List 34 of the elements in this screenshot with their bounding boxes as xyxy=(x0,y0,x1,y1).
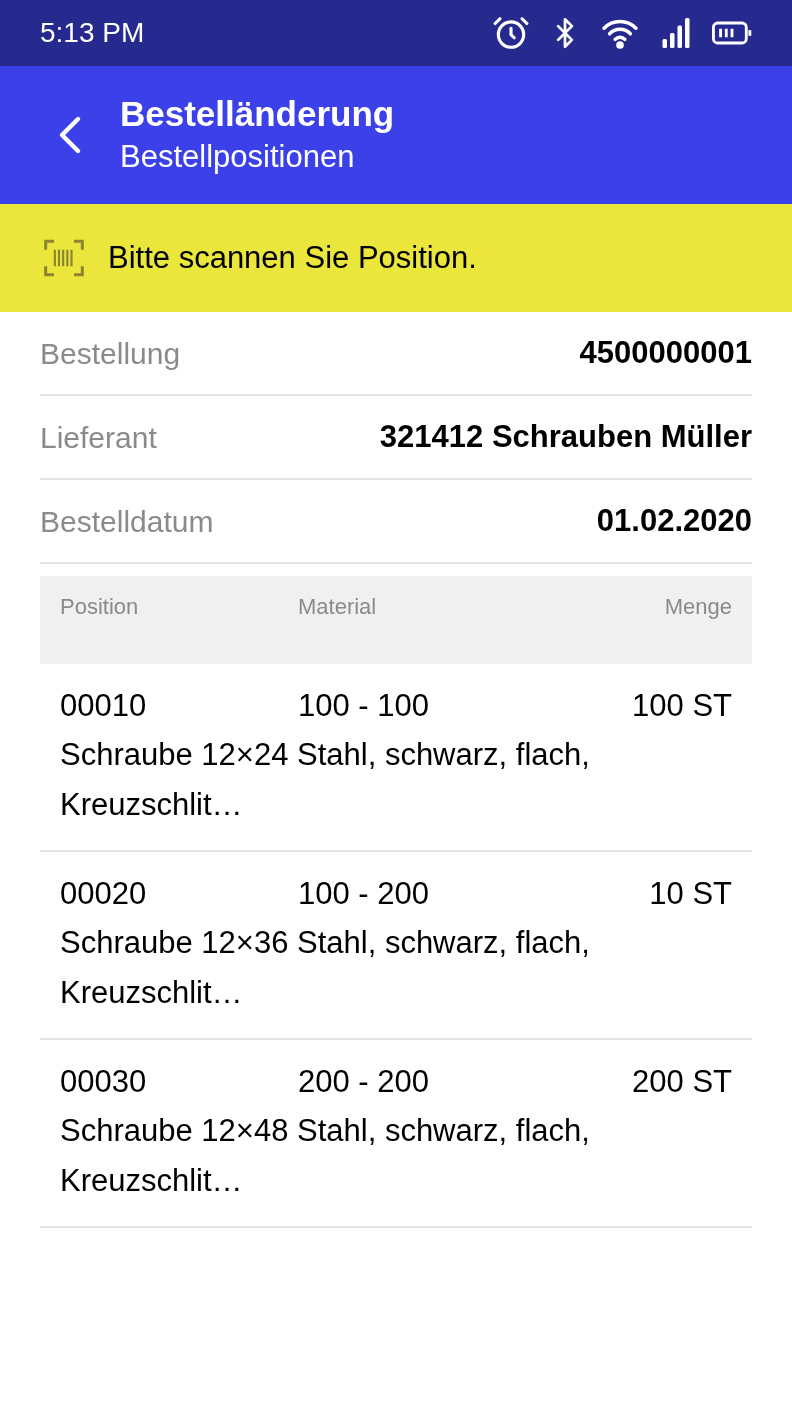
quantity: 10 ST xyxy=(649,875,732,913)
signal-icon xyxy=(660,18,692,48)
position-number: 00020 xyxy=(60,875,148,913)
material-description: Schraube 12×24 Stahl, schwarz, flach, Kreuzschlit… xyxy=(60,736,591,824)
detail-label: Bestellung xyxy=(40,335,181,372)
scan-message: Bitte scannen Sie Position. xyxy=(108,238,477,277)
header-subtitle: Bestellpositionen xyxy=(120,138,356,176)
alarm-clock-icon xyxy=(492,14,530,52)
detail-label: Lieferant xyxy=(40,419,157,456)
material-description: Schraube 12×36 Stahl, schwarz, flach, Kreuzschlit… xyxy=(60,924,591,1012)
column-header: Menge xyxy=(664,593,732,621)
material-description: Schraube 12×48 Stahl, schwarz, flach, Kreuzschlit… xyxy=(60,1112,591,1200)
detail-label: Bestelldatum xyxy=(40,503,214,540)
order-position-row[interactable]: 00010 100 - 100 100 ST Schraube 12×24 Stahl, schwarz, flach, Kreuzschlit… xyxy=(40,664,752,852)
material-number: 100 - 200 xyxy=(298,875,430,913)
detail-value: 321412 Schrauben Müller xyxy=(379,417,752,456)
position-number: 00030 xyxy=(60,1063,148,1101)
battery-icon xyxy=(712,20,752,46)
detail-value: 4500000001 xyxy=(579,333,752,372)
wifi-icon xyxy=(600,17,640,49)
back-icon xyxy=(58,115,82,155)
order-position-row[interactable]: 00030 200 - 200 200 ST Schraube 12×48 Stahl, schwarz, flach, Kreuzschlit… xyxy=(40,1040,752,1228)
material-number: 200 - 200 xyxy=(298,1063,430,1101)
header-title: Bestelländerung xyxy=(120,93,395,135)
column-header: Position xyxy=(60,593,140,621)
barcode-scan-icon xyxy=(44,239,84,277)
position-number: 00010 xyxy=(60,687,148,725)
order-position-row[interactable]: 00020 100 - 200 10 ST Schraube 12×36 Stahl, schwarz, flach, Kreuzschlit… xyxy=(40,852,752,1040)
material-number: 100 - 100 xyxy=(298,687,430,725)
quantity: 100 ST xyxy=(632,687,732,725)
quantity: 200 ST xyxy=(632,1063,732,1101)
detail-value: 01.02.2020 xyxy=(596,501,752,540)
column-header: Material xyxy=(298,593,378,621)
status-time: 5:13 PM xyxy=(40,16,145,50)
